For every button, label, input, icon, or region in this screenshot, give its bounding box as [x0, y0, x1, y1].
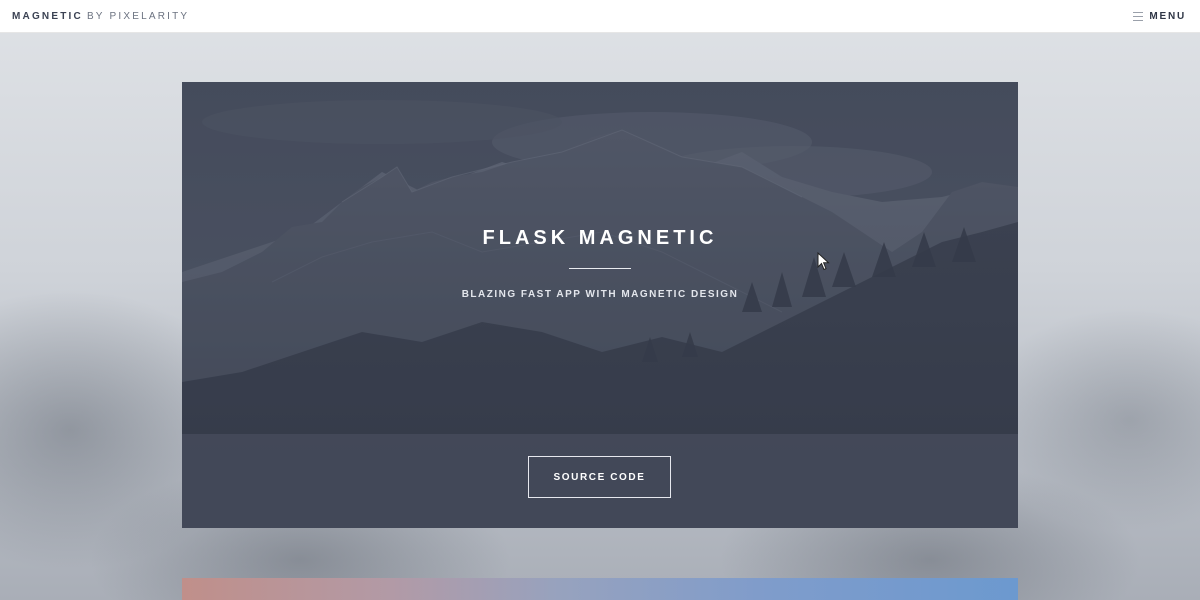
hamburger-icon [1133, 11, 1144, 21]
top-header: MAGNETIC BY PIXELARITY MENU [0, 0, 1200, 33]
menu-button[interactable]: MENU [1133, 11, 1186, 22]
hero-title: FLASK MAGNETIC [482, 227, 718, 249]
mouse-cursor-icon [817, 252, 830, 271]
hero-card: FLASK MAGNETIC BLAZING FAST APP WITH MAG… [182, 82, 1018, 528]
logo-byline: BY PIXELARITY [86, 10, 190, 22]
next-card-preview[interactable] [182, 578, 1018, 600]
site-logo[interactable]: MAGNETIC BY PIXELARITY [12, 11, 189, 22]
hero-divider [569, 268, 631, 269]
hero-subtitle: BLAZING FAST APP WITH MAGNETIC DESIGN [461, 289, 739, 300]
source-code-button[interactable]: SOURCE CODE [528, 456, 671, 498]
menu-label: MENU [1149, 10, 1186, 22]
logo-brand: MAGNETIC [12, 10, 83, 22]
